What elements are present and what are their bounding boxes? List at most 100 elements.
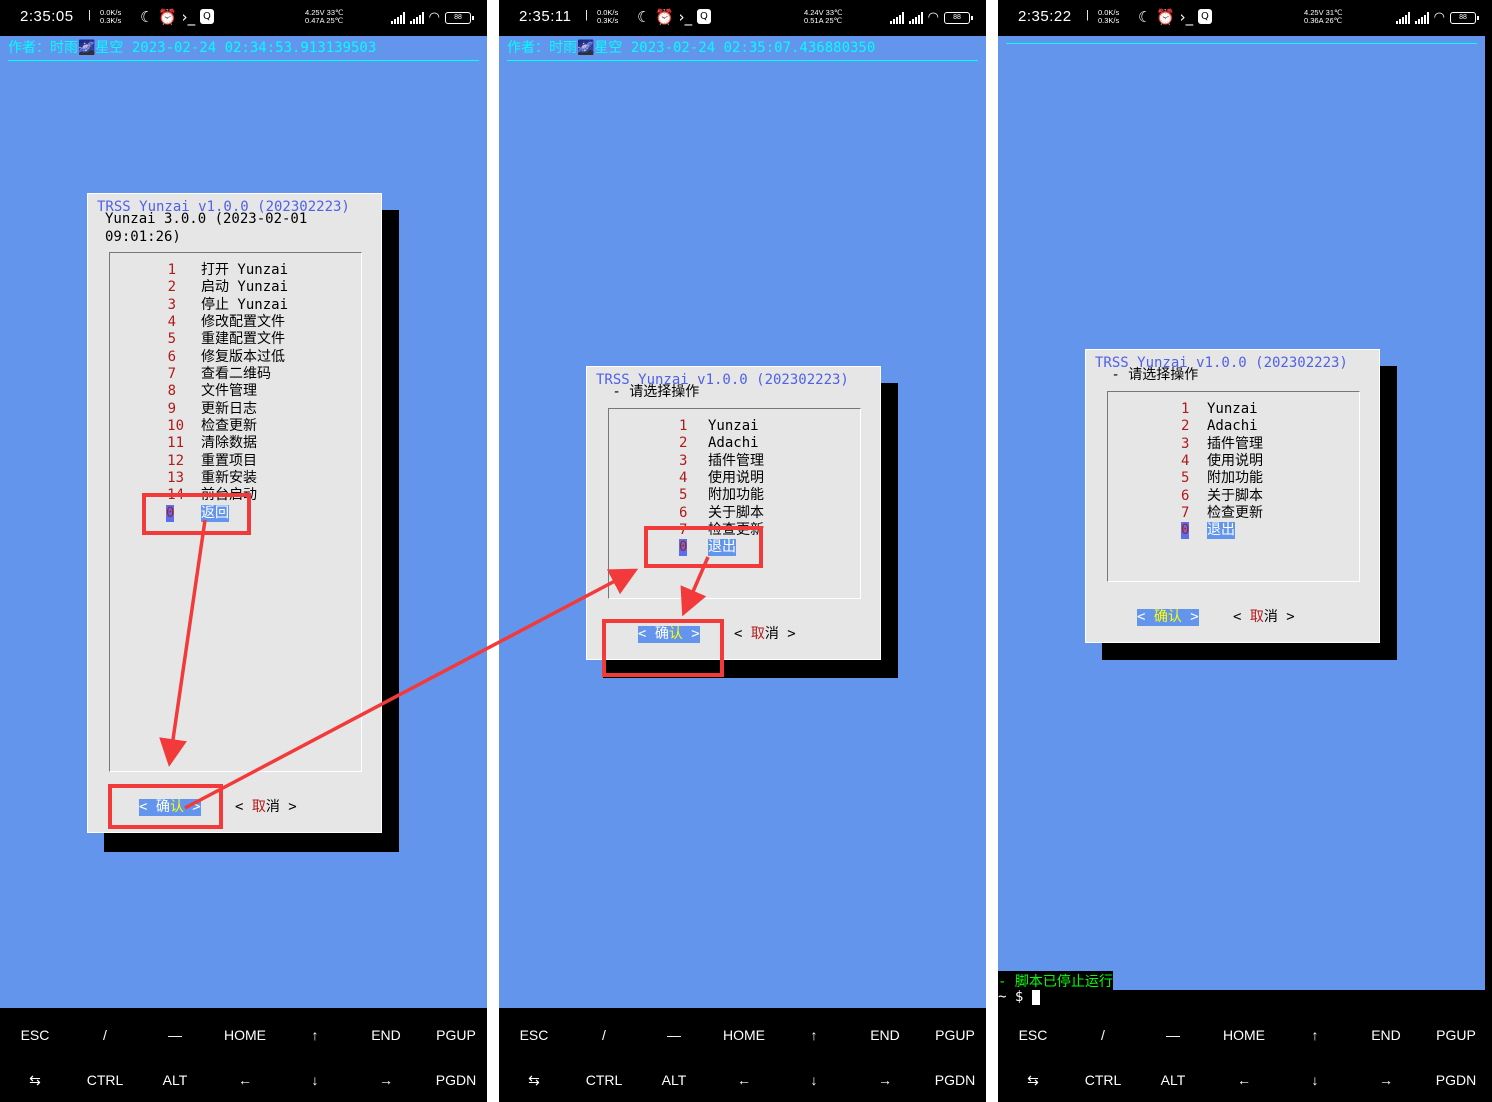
key-tab[interactable]: ⇆: [0, 1072, 70, 1089]
key-ctrl[interactable]: CTRL: [1068, 1072, 1138, 1088]
cancel-button[interactable]: < 取消 >: [235, 799, 297, 816]
key-end[interactable]: END: [1351, 1027, 1421, 1043]
key-alt[interactable]: ALT: [1138, 1072, 1208, 1088]
menu-item[interactable]: 2 Adachi: [1108, 418, 1358, 435]
key-pgup[interactable]: PGUP: [1421, 1027, 1491, 1043]
key-down[interactable]: ↓: [1280, 1072, 1350, 1088]
key-left[interactable]: ←: [210, 1072, 280, 1088]
menu-item[interactable]: 4 使用说明: [1108, 453, 1358, 470]
key-left[interactable]: ←: [1209, 1072, 1279, 1088]
status-bar: 2:35:22 | 0.0K/s 0.3K/s ☾ ⏰ ›_ Q 4.25V 31…: [998, 0, 1492, 36]
key-dash[interactable]: —: [140, 1027, 210, 1043]
qq-icon: Q: [199, 9, 214, 24]
menu-item[interactable]: 2 Adachi: [609, 435, 859, 452]
menu-item[interactable]: 5 附加功能: [609, 487, 859, 504]
key-alt[interactable]: ALT: [140, 1072, 210, 1088]
header-divider: [8, 60, 479, 61]
terminal-screen[interactable]: TRSS Yunzai v1.0.0 (202302223) - 请选择操作 1…: [998, 36, 1485, 990]
key-ctrl[interactable]: CTRL: [569, 1072, 639, 1088]
qq-icon: Q: [696, 9, 711, 24]
menu-item[interactable]: 5 重建配置文件: [110, 331, 360, 348]
terminal-prompt[interactable]: ~ $: [998, 989, 1040, 1005]
menu-item[interactable]: 13 重新安装: [110, 470, 360, 487]
header-divider: [507, 60, 978, 61]
terminal-screen[interactable]: 作者：时雨🌌星空 2023-02-24 02:34:53.913139503 T…: [0, 36, 487, 1008]
key-right[interactable]: →: [351, 1072, 421, 1088]
key-alt[interactable]: ALT: [639, 1072, 709, 1088]
key-pgdn[interactable]: PGDN: [920, 1072, 986, 1088]
battery-info: 4.25V 33℃ 0.47A 25℃: [305, 8, 344, 25]
key-ctrl[interactable]: CTRL: [70, 1072, 140, 1088]
menu-item[interactable]: 7 查看二维码: [110, 366, 360, 383]
signal-icon: [390, 11, 405, 24]
menu-item[interactable]: 6 关于脚本: [1108, 488, 1358, 505]
menu-item[interactable]: 7 检查更新: [1108, 505, 1358, 522]
key-home[interactable]: HOME: [1209, 1027, 1279, 1043]
key-end[interactable]: END: [351, 1027, 421, 1043]
key-slash[interactable]: /: [569, 1027, 639, 1043]
menu-item[interactable]: 11 清除数据: [110, 435, 360, 452]
menu-item[interactable]: 8 文件管理: [110, 383, 360, 400]
key-right[interactable]: →: [850, 1072, 920, 1088]
menu-item[interactable]: 1 Yunzai: [1108, 401, 1358, 418]
key-pgdn[interactable]: PGDN: [1421, 1072, 1491, 1088]
key-tab[interactable]: ⇆: [499, 1072, 569, 1089]
status-separator: |: [88, 9, 91, 21]
signal-icon: [908, 11, 923, 24]
menu-item[interactable]: 1 打开 Yunzai: [110, 262, 360, 279]
key-home[interactable]: HOME: [210, 1027, 280, 1043]
menu-item[interactable]: 9 更新日志: [110, 401, 360, 418]
terminal-screen[interactable]: 作者：时雨🌌星空 2023-02-24 02:35:07.436880350 T…: [499, 36, 986, 1008]
key-down[interactable]: ↓: [779, 1072, 849, 1088]
key-tab[interactable]: ⇆: [998, 1072, 1068, 1089]
menu-item[interactable]: 5 附加功能: [1108, 470, 1358, 487]
menu-item[interactable]: 3 插件管理: [1108, 436, 1358, 453]
key-dash[interactable]: —: [639, 1027, 709, 1043]
key-right[interactable]: →: [1351, 1072, 1421, 1088]
key-pgdn[interactable]: PGDN: [421, 1072, 487, 1088]
key-esc[interactable]: ESC: [0, 1027, 70, 1043]
menu-item[interactable]: 3 停止 Yunzai: [110, 297, 360, 314]
key-esc[interactable]: ESC: [499, 1027, 569, 1043]
menu-item[interactable]: 12 重置项目: [110, 453, 360, 470]
menu-item-selected[interactable]: 0 退出: [1108, 522, 1358, 539]
cancel-button[interactable]: < 取消 >: [734, 626, 796, 643]
battery-icon: 88: [944, 11, 973, 24]
dialog-subtitle: - 请选择操作: [604, 384, 700, 400]
key-slash[interactable]: /: [70, 1027, 140, 1043]
net-speed: 0.0K/s 0.3K/s: [597, 8, 619, 25]
annotation-box: [142, 493, 251, 535]
menu-item[interactable]: 4 修改配置文件: [110, 314, 360, 331]
key-slash[interactable]: /: [1068, 1027, 1138, 1043]
menu-item[interactable]: 1 Yunzai: [609, 418, 859, 435]
key-left[interactable]: ←: [709, 1072, 779, 1088]
wifi-icon: ◠: [1433, 10, 1445, 25]
key-pgup[interactable]: PGUP: [421, 1027, 487, 1043]
key-end[interactable]: END: [850, 1027, 920, 1043]
key-home[interactable]: HOME: [709, 1027, 779, 1043]
signal-icon: [409, 11, 424, 24]
status-bar: 2:35:05 | 0.0K/s 0.3K/s ☾ ⏰ ›_ Q 4.25V 33…: [0, 0, 487, 36]
cancel-button[interactable]: < 取消 >: [1233, 609, 1295, 626]
menu-item[interactable]: 4 使用说明: [609, 470, 859, 487]
key-up[interactable]: ↑: [779, 1027, 849, 1043]
battery-icon: 88: [445, 11, 474, 24]
signal-icon: [889, 11, 904, 24]
key-dash[interactable]: —: [1138, 1027, 1208, 1043]
key-pgup[interactable]: PGUP: [920, 1027, 986, 1043]
key-esc[interactable]: ESC: [998, 1027, 1068, 1043]
key-up[interactable]: ↑: [1280, 1027, 1350, 1043]
status-icons: ☾ ⏰ ›_ Q: [637, 9, 711, 25]
menu-item[interactable]: 2 启动 Yunzai: [110, 279, 360, 296]
status-right: ◠ 88: [1395, 10, 1479, 25]
menu-item[interactable]: 3 插件管理: [609, 453, 859, 470]
menu-item[interactable]: 6 关于脚本: [609, 505, 859, 522]
extra-keys-bar: ESC / — HOME ↑ END PGUP ⇆ CTRL ALT ← ↓ →…: [499, 1008, 986, 1102]
key-up[interactable]: ↑: [280, 1027, 350, 1043]
menu-item[interactable]: 10 检查更新: [110, 418, 360, 435]
ok-button[interactable]: < 确认 >: [1137, 609, 1199, 626]
menu-item[interactable]: 6 修复版本过低: [110, 349, 360, 366]
key-down[interactable]: ↓: [280, 1072, 350, 1088]
annotation-box: [644, 526, 763, 568]
wifi-icon: ◠: [428, 10, 440, 25]
